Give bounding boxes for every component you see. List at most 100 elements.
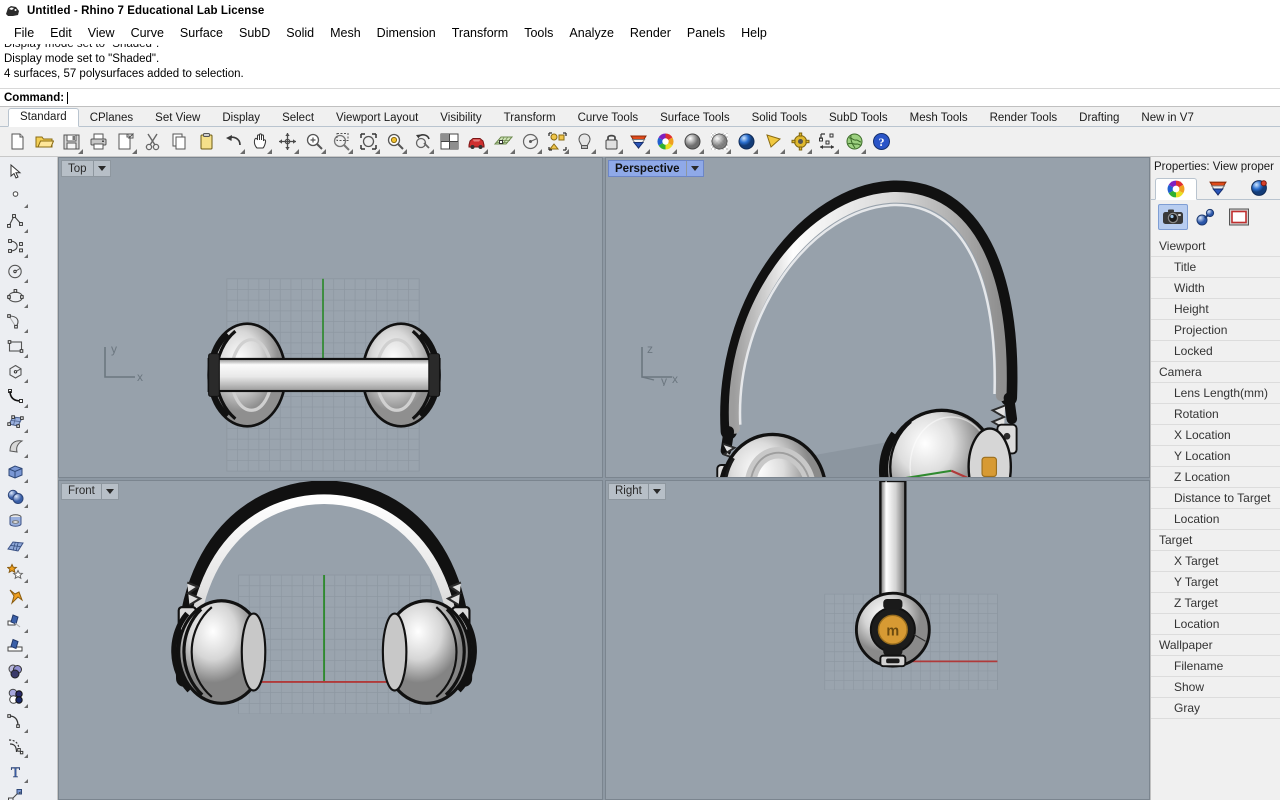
sphere-icon[interactable] bbox=[2, 484, 29, 509]
tab-cplanes[interactable]: CPlanes bbox=[79, 110, 144, 127]
menu-panels[interactable]: Panels bbox=[679, 24, 733, 42]
zoom-selected-icon[interactable] bbox=[382, 129, 408, 155]
circle-icon[interactable] bbox=[2, 259, 29, 284]
select-objects-icon[interactable] bbox=[544, 129, 570, 155]
properties-subtab-camera[interactable] bbox=[1158, 204, 1188, 230]
tab-render-tools[interactable]: Render Tools bbox=[979, 110, 1069, 127]
tab-drafting[interactable]: Drafting bbox=[1068, 110, 1130, 127]
tab-standard[interactable]: Standard bbox=[8, 108, 79, 127]
cut-icon[interactable] bbox=[139, 129, 165, 155]
zoom-in-icon[interactable] bbox=[301, 129, 327, 155]
osnap-circle-icon[interactable] bbox=[517, 129, 543, 155]
tab-subd-tools[interactable]: SubD Tools bbox=[818, 110, 899, 127]
copy-icon[interactable] bbox=[166, 129, 192, 155]
rendered-sphere-icon[interactable] bbox=[733, 129, 759, 155]
properties-row-height[interactable]: Height bbox=[1151, 299, 1280, 320]
properties-tab-layers[interactable] bbox=[1197, 177, 1239, 199]
mesh-plane-icon[interactable] bbox=[2, 534, 29, 559]
viewport-perspective-title-bar[interactable]: Perspective bbox=[608, 160, 704, 177]
menu-curve[interactable]: Curve bbox=[123, 24, 172, 42]
render-preview-icon[interactable] bbox=[463, 129, 489, 155]
options-gear-icon[interactable] bbox=[787, 129, 813, 155]
color-wheel-icon[interactable] bbox=[652, 129, 678, 155]
move-gumball-icon[interactable] bbox=[274, 129, 300, 155]
menu-render[interactable]: Render bbox=[622, 24, 679, 42]
control-point-curve-icon[interactable] bbox=[2, 234, 29, 259]
properties-row-z-target[interactable]: Z Target bbox=[1151, 593, 1280, 614]
menu-edit[interactable]: Edit bbox=[42, 24, 80, 42]
tab-curve-tools[interactable]: Curve Tools bbox=[567, 110, 650, 127]
undo-icon[interactable] bbox=[220, 129, 246, 155]
menu-dimension[interactable]: Dimension bbox=[369, 24, 444, 42]
ellipse-icon[interactable] bbox=[2, 284, 29, 309]
copy-to-clipboard-icon[interactable] bbox=[112, 129, 138, 155]
viewport-perspective-dropdown[interactable] bbox=[685, 161, 703, 176]
properties-row-x-target[interactable]: X Target bbox=[1151, 551, 1280, 572]
ghosted-sphere-icon[interactable] bbox=[706, 129, 732, 155]
properties-row-lens-length[interactable]: Lens Length(mm) bbox=[1151, 383, 1280, 404]
polyline-icon[interactable] bbox=[2, 209, 29, 234]
boolean-difference-icon[interactable] bbox=[2, 659, 29, 684]
print-icon[interactable] bbox=[85, 129, 111, 155]
arc-icon[interactable] bbox=[2, 309, 29, 334]
viewport-layout-icon[interactable] bbox=[436, 129, 462, 155]
pan-view-icon[interactable] bbox=[247, 129, 273, 155]
menu-mesh[interactable]: Mesh bbox=[322, 24, 369, 42]
properties-row-show[interactable]: Show bbox=[1151, 677, 1280, 698]
command-history[interactable]: Display mode set to "Shaded". Display mo… bbox=[0, 44, 1280, 89]
help-icon[interactable]: ? bbox=[868, 129, 894, 155]
properties-tab-display[interactable] bbox=[1238, 177, 1280, 199]
tab-select[interactable]: Select bbox=[271, 110, 325, 127]
tab-mesh-tools[interactable]: Mesh Tools bbox=[899, 110, 979, 127]
split-icon[interactable] bbox=[2, 634, 29, 659]
menu-solid[interactable]: Solid bbox=[278, 24, 322, 42]
tab-surface-tools[interactable]: Surface Tools bbox=[649, 110, 740, 127]
surface-from-points-icon[interactable] bbox=[2, 409, 29, 434]
menu-view[interactable]: View bbox=[80, 24, 123, 42]
properties-row-width[interactable]: Width bbox=[1151, 278, 1280, 299]
earth-globe-icon[interactable] bbox=[841, 129, 867, 155]
save-file-icon[interactable] bbox=[58, 129, 84, 155]
explode-icon[interactable] bbox=[2, 584, 29, 609]
viewport-front-dropdown[interactable] bbox=[100, 483, 118, 499]
viewport-front[interactable]: Front bbox=[58, 479, 603, 800]
viewport-top-title-bar[interactable]: Top bbox=[61, 160, 111, 177]
properties-row-title[interactable]: Title bbox=[1151, 257, 1280, 278]
properties-row-distance-to-target[interactable]: Distance to Target bbox=[1151, 488, 1280, 509]
properties-row-locked[interactable]: Locked bbox=[1151, 341, 1280, 362]
viewport-front-title-bar[interactable]: Front bbox=[61, 482, 119, 500]
tab-solid-tools[interactable]: Solid Tools bbox=[741, 110, 818, 127]
properties-row-y-location[interactable]: Y Location bbox=[1151, 446, 1280, 467]
properties-row-filename[interactable]: Filename bbox=[1151, 656, 1280, 677]
select-arrow-icon[interactable] bbox=[2, 159, 29, 184]
tab-viewport-layout[interactable]: Viewport Layout bbox=[325, 110, 429, 127]
viewport-top[interactable]: Top y x bbox=[58, 157, 603, 478]
open-file-icon[interactable] bbox=[31, 129, 57, 155]
rectangle-icon[interactable] bbox=[2, 334, 29, 359]
box-icon[interactable] bbox=[2, 459, 29, 484]
tab-visibility[interactable]: Visibility bbox=[429, 110, 492, 127]
spotlight-cone-icon[interactable] bbox=[760, 129, 786, 155]
cplane-grid-icon[interactable] bbox=[490, 129, 516, 155]
command-prompt[interactable]: Command: bbox=[0, 89, 1280, 107]
viewport-right-title-bar[interactable]: Right bbox=[608, 482, 666, 500]
properties-row-camera-location[interactable]: Location bbox=[1151, 509, 1280, 530]
zoom-extents-icon[interactable] bbox=[355, 129, 381, 155]
layers-icon[interactable] bbox=[625, 129, 651, 155]
dimension-icon[interactable] bbox=[814, 129, 840, 155]
properties-subtab-object[interactable] bbox=[1191, 204, 1221, 230]
boolean-union-icon[interactable] bbox=[2, 684, 29, 709]
rotate-view-icon[interactable] bbox=[409, 129, 435, 155]
fillet-curve-icon[interactable] bbox=[2, 709, 29, 734]
surface-sweep-icon[interactable] bbox=[2, 434, 29, 459]
light-icon[interactable] bbox=[571, 129, 597, 155]
menu-transform[interactable]: Transform bbox=[444, 24, 517, 42]
viewport-right-dropdown[interactable] bbox=[647, 483, 665, 499]
offset-curve-icon[interactable] bbox=[2, 734, 29, 759]
trim-icon[interactable] bbox=[2, 609, 29, 634]
menu-surface[interactable]: Surface bbox=[172, 24, 231, 42]
menu-subd[interactable]: SubD bbox=[231, 24, 278, 42]
tab-transform[interactable]: Transform bbox=[493, 110, 567, 127]
boolean-union-stars-icon[interactable] bbox=[2, 559, 29, 584]
lock-icon[interactable] bbox=[598, 129, 624, 155]
